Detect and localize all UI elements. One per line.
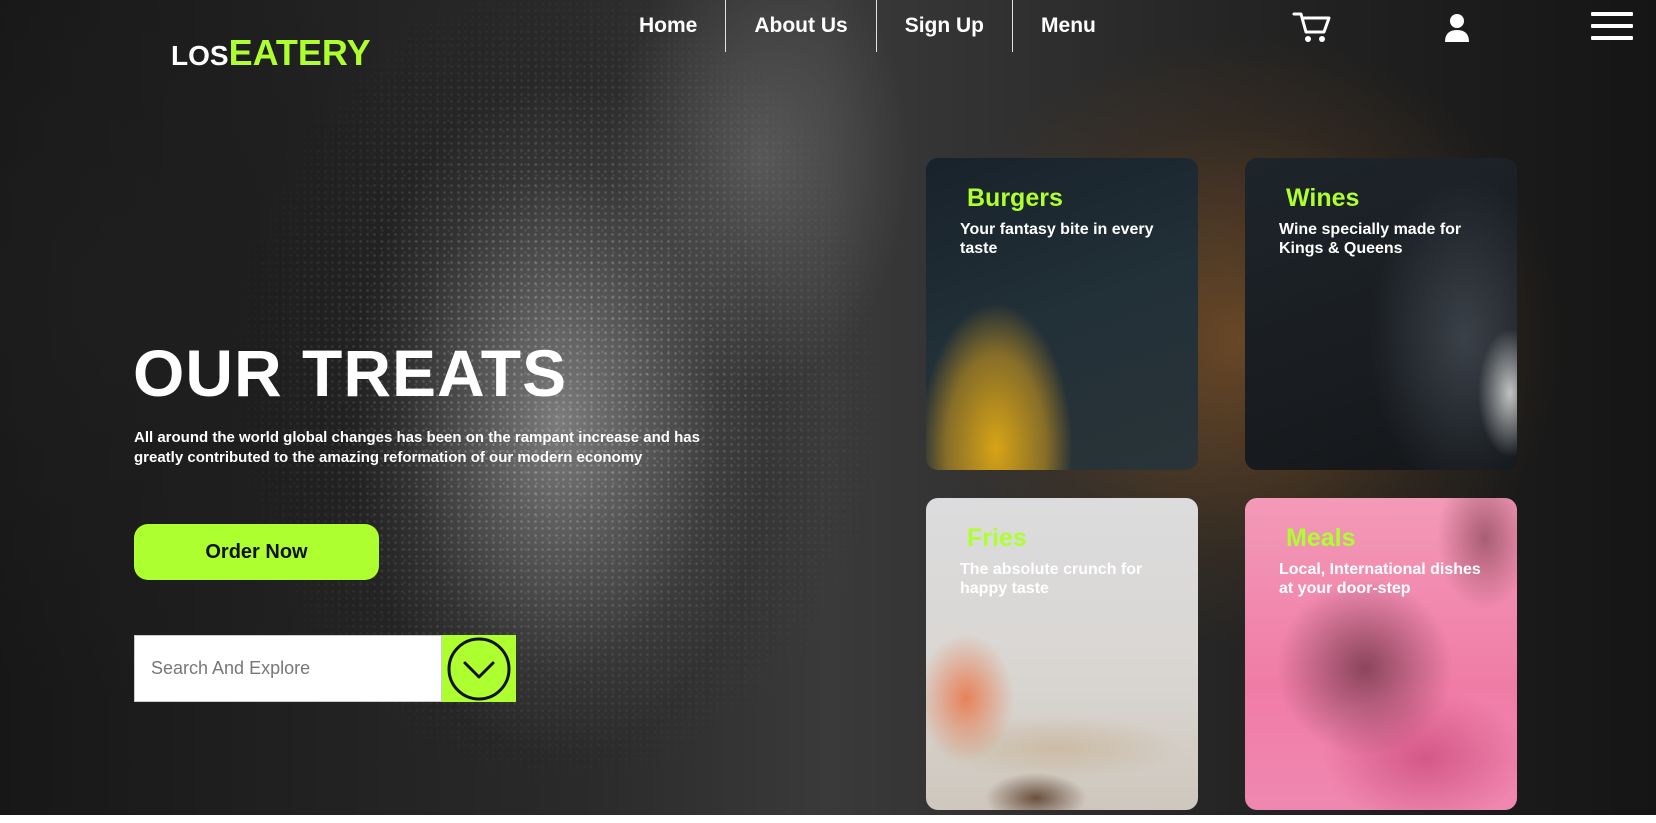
chevron-down-circle-icon xyxy=(447,637,511,700)
search-input[interactable] xyxy=(134,635,442,702)
nav-sign-up[interactable]: Sign Up xyxy=(877,0,1014,52)
nav-menu[interactable]: Menu xyxy=(1013,0,1124,52)
user-icon[interactable] xyxy=(1443,13,1471,43)
cart-icon[interactable] xyxy=(1292,10,1332,44)
card-wines[interactable]: Wines Wine specially made for Kings & Qu… xyxy=(1245,158,1517,470)
search-bar xyxy=(134,635,516,702)
hamburger-menu-icon[interactable] xyxy=(1591,10,1633,42)
nav-home[interactable]: Home xyxy=(612,0,727,52)
hero-title: OUR TREATS xyxy=(133,336,568,410)
search-submit-button[interactable] xyxy=(442,635,516,702)
page-bottom-edge xyxy=(0,815,1656,823)
card-title: Meals xyxy=(1286,524,1356,552)
brand-logo[interactable]: LOSEATERY xyxy=(171,32,371,74)
card-meals[interactable]: Meals Local, International dishes at you… xyxy=(1245,498,1517,810)
card-burgers[interactable]: Burgers Your fantasy bite in every taste xyxy=(926,158,1198,470)
brand-name: EATERY xyxy=(228,32,371,73)
card-fries[interactable]: Fries The absolute crunch for happy tast… xyxy=(926,498,1198,810)
card-description: Wine specially made for Kings & Queens xyxy=(1279,221,1462,257)
card-title: Wines xyxy=(1286,184,1360,212)
nav-about-us[interactable]: About Us xyxy=(726,0,877,52)
card-title: Fries xyxy=(967,524,1027,552)
brand-prefix: LOS xyxy=(171,40,229,71)
card-description: The absolute crunch for happy taste xyxy=(960,561,1143,597)
card-description: Local, International dishes at your door… xyxy=(1279,561,1481,597)
hero-description: All around the world global changes has … xyxy=(134,429,700,466)
card-title: Burgers xyxy=(967,184,1063,212)
order-now-button[interactable]: Order Now xyxy=(134,524,379,580)
main-nav: Home About Us Sign Up Menu xyxy=(612,0,1124,52)
card-description: Your fantasy bite in every taste xyxy=(960,221,1154,257)
